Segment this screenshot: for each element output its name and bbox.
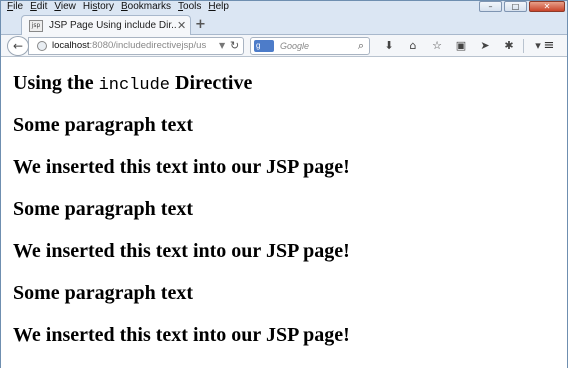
paragraph-heading: Some paragraph text [13,282,193,304]
menu-mnemonic: H [208,1,216,12]
menu-bookmarks[interactable]: Bookmarks [121,1,171,13]
title-bar: File Edit View History Bookmarks Tools H… [1,1,567,13]
navigation-toolbar: localhost:8080/includedirectivejsp/us ▼ … [1,35,567,57]
tab-strip: jsp JSP Page Using include Dir... ✕ + [1,13,567,36]
back-button[interactable]: ← [7,36,29,56]
url-text[interactable]: localhost:8080/includedirectivejsp/us [52,40,212,52]
url-bar[interactable]: localhost:8080/includedirectivejsp/us ▼ … [28,37,244,55]
url-host: localhost [52,40,90,51]
url-history-dropdown-icon[interactable]: ▼ [219,40,225,52]
home-icon[interactable]: ⌂ [401,38,425,54]
menu-help[interactable]: Help [208,1,229,13]
new-tab-icon[interactable]: + [195,18,206,31]
page-title: Using the include Directive [13,71,252,98]
menu-mnemonic: E [30,1,37,12]
menu-label-part: ile [13,1,24,12]
search-icon[interactable]: ⌕ [358,39,364,52]
hamburger-menu-icon[interactable]: ≡ [541,38,557,54]
url-path: :8080/includedirectivejsp/us [89,40,207,51]
menu-history[interactable]: History [83,1,114,13]
globe-icon [37,41,47,51]
included-text-heading: We inserted this text into our JSP page! [13,156,350,178]
jsp-favicon-icon: jsp [29,20,43,32]
heading-code: include [98,76,170,95]
heading-text: Using the [13,72,99,94]
menu-bar: File Edit View History Bookmarks Tools H… [7,1,229,13]
page-content: Using the include Directive Some paragra… [1,58,567,368]
minimize-button[interactable]: – [479,1,502,12]
menu-label-part: ools [183,1,202,12]
menu-label-part: elp [215,1,229,12]
paragraph-heading: Some paragraph text [13,198,193,220]
download-icon[interactable]: ⬇ [377,38,401,54]
menu-label-part: iew [60,1,76,12]
paragraph-heading: Some paragraph text [13,114,193,136]
menu-label-part: Hi [82,1,93,12]
toolbar-separator [523,39,524,53]
menu-file[interactable]: File [7,1,23,13]
included-text-heading: We inserted this text into our JSP page! [13,240,350,262]
menu-mnemonic: B [121,1,128,12]
maximize-button[interactable]: □ [504,1,527,12]
search-engine-icon[interactable]: g [254,40,274,52]
menu-tools[interactable]: Tools [178,1,201,13]
send-icon[interactable]: ➤ [473,38,497,54]
tab-title: JSP Page Using include Dir... [49,20,177,31]
menu-label-part: dit [36,1,48,12]
tab-jsp-page[interactable]: jsp JSP Page Using include Dir... ✕ [21,15,191,36]
menu-label-part: tory [97,1,114,12]
search-bar[interactable]: g Google ⌕ [250,37,370,55]
reload-icon[interactable]: ↻ [230,39,239,52]
browser-window: File Edit View History Bookmarks Tools H… [0,0,568,368]
menu-edit[interactable]: Edit [30,1,47,13]
clipboard-icon[interactable]: ▣ [449,38,473,54]
window-controls: – □ ✕ [479,1,565,12]
close-window-button[interactable]: ✕ [529,1,565,12]
bookmark-star-icon[interactable]: ☆ [425,38,449,54]
search-input[interactable]: Google [280,40,309,52]
tab-close-icon[interactable]: ✕ [177,20,186,31]
menu-label-part: ookmarks [127,1,172,12]
included-text-heading: We inserted this text into our JSP page! [13,324,350,346]
toolbar-icons: ⬇ ⌂ ☆ ▣ ➤ ✱ ▾ [377,38,550,54]
heading-text: Directive [170,72,253,94]
menu-view[interactable]: View [54,1,76,13]
addon-icon[interactable]: ✱ [497,38,521,54]
